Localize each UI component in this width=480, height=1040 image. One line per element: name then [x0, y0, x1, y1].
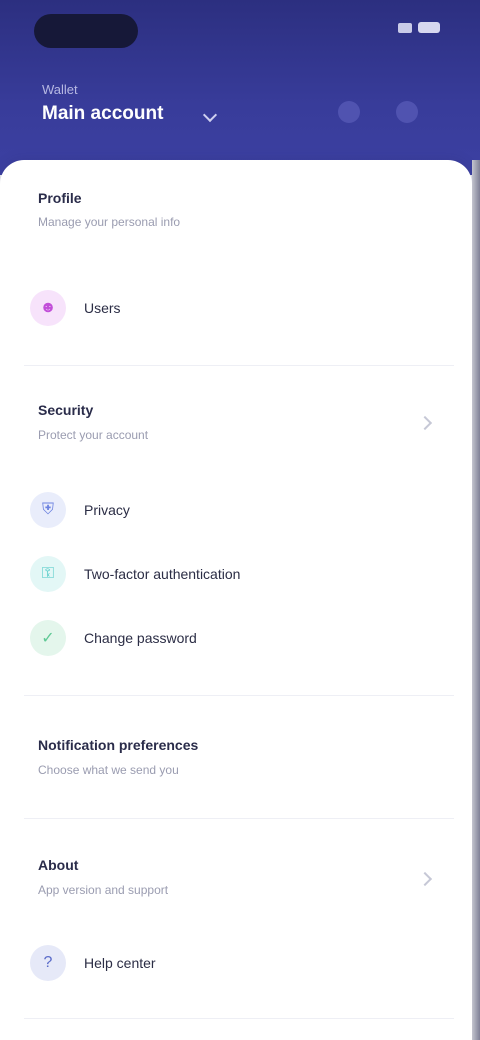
settings-item-two-factor[interactable]: ⚿ Two-factor authentication [24, 546, 454, 602]
item-label: Privacy [84, 502, 130, 518]
key-icon: ✓ [30, 620, 66, 656]
chevron-right-icon[interactable] [417, 415, 433, 431]
section-title[interactable]: Notification preferences [38, 737, 198, 753]
battery-icon [418, 22, 440, 33]
help-icon: ? [30, 945, 66, 981]
divider [24, 695, 454, 696]
item-label: Users [84, 300, 121, 316]
divider [24, 1018, 454, 1019]
divider [24, 365, 454, 366]
settings-item-change-password[interactable]: ✓ Change password [24, 610, 454, 666]
scrollbar[interactable] [472, 160, 480, 1040]
section-title: Profile [38, 190, 82, 206]
header-label: Wallet [42, 82, 78, 97]
shield-icon: ⛨ [30, 492, 66, 528]
divider [24, 818, 454, 819]
item-label: Help center [84, 955, 156, 971]
section-title: About [38, 857, 79, 873]
lock-icon: ⚿ [30, 556, 66, 592]
item-label: Change password [84, 630, 197, 646]
app-header: Wallet Main account [0, 0, 480, 175]
section-subtitle: App version and support [38, 883, 169, 897]
section-subtitle: Choose what we send you [38, 763, 179, 777]
section-subtitle: Manage your personal info [38, 215, 181, 229]
settings-item-privacy[interactable]: ⛨ Privacy [24, 482, 454, 538]
settings-item-users[interactable]: ☻ Users [24, 280, 454, 336]
settings-sheet: Profile Manage your personal info ☻ User… [0, 160, 472, 1040]
settings-item-help[interactable]: ? Help center [24, 935, 454, 991]
signal-icon [398, 22, 412, 33]
status-icons [398, 22, 440, 33]
section-subtitle: Protect your account [38, 428, 149, 442]
bell-icon[interactable] [338, 101, 360, 123]
item-label: Two-factor authentication [84, 566, 241, 582]
user-icon: ☻ [30, 290, 66, 326]
section-title: Security [38, 402, 94, 418]
settings-icon[interactable] [396, 101, 418, 123]
chevron-down-icon[interactable] [202, 107, 218, 123]
account-switcher-title[interactable]: Main account [42, 103, 163, 125]
status-bar-pill [34, 14, 138, 48]
chevron-right-icon[interactable] [417, 871, 433, 887]
